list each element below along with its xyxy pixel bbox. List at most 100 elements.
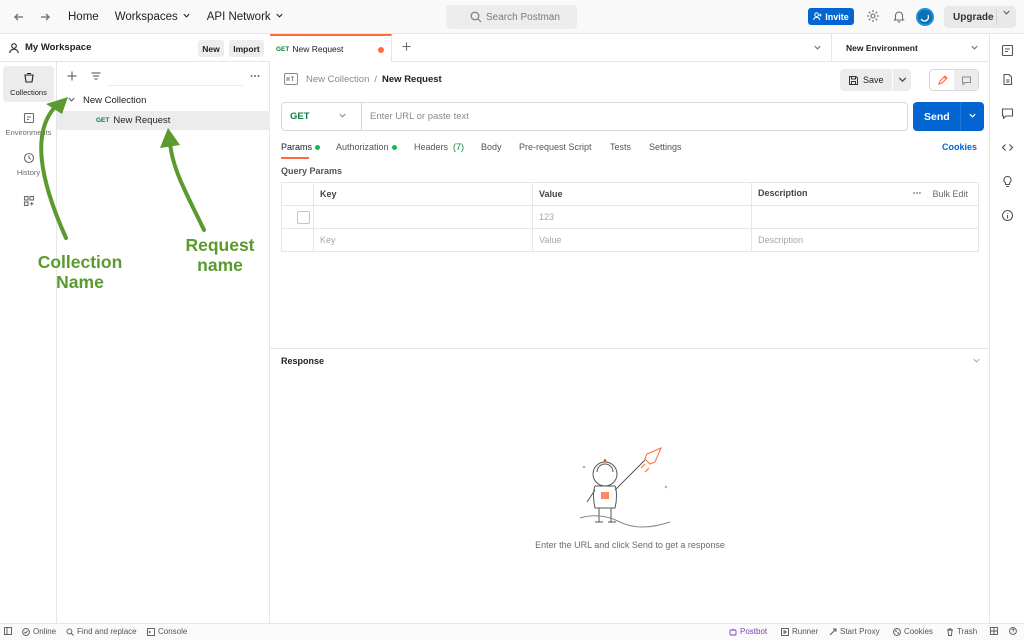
description-cell[interactable] — [751, 205, 979, 229]
new-button[interactable]: New — [198, 40, 224, 57]
online-label: Online — [33, 627, 57, 636]
new-tab-plus-icon[interactable] — [401, 41, 413, 53]
info-icon[interactable] — [1001, 209, 1015, 223]
search-placeholder: Search Postman — [486, 11, 560, 23]
layout-icon[interactable] — [990, 627, 998, 635]
description-placeholder-cell[interactable]: Description — [751, 228, 979, 252]
console-label: Console — [158, 627, 188, 636]
start-proxy-button[interactable]: Start Proxy — [829, 627, 880, 636]
rail-item-collections[interactable]: Collections — [3, 66, 54, 102]
trash-button[interactable]: Trash — [946, 627, 977, 636]
rail-item-history[interactable]: History — [3, 146, 54, 182]
tree-search-input[interactable] — [107, 68, 243, 86]
divider — [892, 69, 893, 91]
postbot-button[interactable]: Postbot — [729, 627, 767, 636]
collection-row[interactable]: New Collection — [57, 91, 270, 110]
breadcrumb-collection[interactable]: New Collection — [306, 74, 369, 85]
tab-settings[interactable]: Settings — [649, 142, 682, 152]
workspace-name[interactable]: My Workspace — [25, 42, 91, 53]
comments-icon[interactable] — [1001, 107, 1015, 121]
more-options-icon[interactable] — [912, 188, 922, 200]
url-input[interactable] — [362, 103, 907, 130]
avatar[interactable] — [916, 8, 934, 26]
response-header[interactable]: Response — [270, 348, 989, 372]
tree-toolbar — [57, 67, 270, 87]
lightbulb-icon[interactable] — [1001, 175, 1015, 189]
rail-item-apps[interactable] — [3, 190, 54, 216]
tab-new-request[interactable]: GET New Request — [270, 34, 392, 62]
tab-label: Body — [481, 142, 502, 152]
method-select[interactable]: GET — [282, 103, 362, 130]
tab-label: New Request — [292, 44, 344, 54]
cookies-label: Cookies — [904, 627, 933, 636]
key-placeholder-cell[interactable]: Key — [313, 228, 533, 252]
key-cell[interactable] — [313, 205, 533, 229]
environments-icon — [23, 112, 34, 123]
save-button[interactable]: Save — [840, 69, 911, 91]
edit-pencil-icon[interactable] — [930, 70, 954, 90]
chevron-down-icon[interactable] — [972, 356, 981, 367]
tab-pre-request-script[interactable]: Pre-request Script — [519, 142, 592, 152]
more-options-icon[interactable] — [249, 70, 263, 84]
chevron-down-icon[interactable] — [968, 111, 977, 123]
postbot-label: Postbot — [740, 627, 768, 636]
cookies-link[interactable]: Cookies — [942, 142, 977, 152]
environment-select[interactable]: New Environment — [831, 34, 989, 62]
row-checkbox[interactable] — [297, 210, 310, 224]
console-button[interactable]: Console — [147, 627, 187, 636]
breadcrumb-request[interactable]: New Request — [382, 74, 442, 85]
request-tabs: Params Authorization Headers (7) Body Pr… — [281, 142, 981, 156]
home-link[interactable]: Home — [68, 11, 99, 23]
settings-gear-icon[interactable] — [866, 9, 880, 23]
workspaces-menu[interactable]: Workspaces — [115, 11, 191, 23]
filter-icon[interactable] — [90, 70, 104, 84]
invite-button[interactable]: Invite — [808, 8, 854, 25]
api-network-menu[interactable]: API Network — [207, 11, 284, 23]
collection-name-annotation: Collection Name — [37, 252, 123, 292]
chevron-down-icon[interactable] — [813, 43, 822, 55]
tab-tests[interactable]: Tests — [610, 142, 631, 152]
rail-item-environments[interactable]: Environments — [3, 106, 54, 142]
chevron-down-icon[interactable] — [897, 74, 908, 87]
toggle-sidebar-icon[interactable] — [4, 627, 12, 635]
environment-quicklook-icon[interactable] — [1001, 44, 1015, 58]
person-icon — [9, 42, 19, 53]
documentation-icon[interactable] — [1001, 73, 1015, 87]
tab-body[interactable]: Body — [481, 142, 502, 152]
chevron-down-icon[interactable] — [1002, 8, 1011, 20]
find-replace-button[interactable]: Find and replace — [66, 627, 137, 636]
code-icon[interactable] — [1001, 141, 1015, 155]
rail-label: History — [16, 167, 41, 177]
chevron-down-icon[interactable] — [67, 95, 79, 107]
online-status[interactable]: Online — [22, 627, 56, 636]
tab-params[interactable]: Params — [281, 142, 321, 152]
breadcrumb: New Collection / New Request — [284, 72, 442, 86]
table-header-row: Key Value Description Bulk Edit — [281, 182, 979, 206]
comment-view-icon[interactable] — [954, 70, 978, 90]
cookies-button[interactable]: Cookies — [893, 627, 933, 636]
tab-headers[interactable]: Headers (7) — [414, 142, 464, 152]
value-placeholder-cell[interactable]: Value — [532, 228, 752, 252]
bulk-edit-link[interactable]: Bulk Edit — [932, 189, 968, 199]
add-collection-plus-icon[interactable] — [66, 70, 80, 84]
search-input[interactable]: Search Postman — [446, 5, 577, 29]
notifications-bell-icon[interactable] — [892, 9, 906, 23]
request-row[interactable]: GET New Request — [57, 111, 270, 130]
trash-label: Trash — [957, 627, 978, 636]
postbot-icon — [729, 628, 737, 635]
tab-authorization[interactable]: Authorization — [336, 142, 397, 152]
back-arrow-icon[interactable] — [12, 10, 26, 24]
collections-sidebar: New Collection GET New Request — [57, 62, 270, 623]
upgrade-button[interactable]: Upgrade — [944, 6, 1016, 28]
runner-button[interactable]: Runner — [781, 627, 818, 636]
value-cell[interactable]: 123 — [532, 205, 752, 229]
breadcrumb-separator: / — [374, 73, 378, 85]
description-header-label: Description — [758, 188, 808, 198]
help-icon[interactable] — [1009, 627, 1017, 635]
import-button[interactable]: Import — [229, 40, 264, 57]
forward-arrow-icon[interactable] — [38, 10, 52, 24]
environment-label: New Environment — [846, 43, 918, 53]
divider — [996, 9, 997, 25]
chevron-down-icon — [338, 111, 347, 123]
send-button[interactable]: Send — [913, 102, 984, 131]
